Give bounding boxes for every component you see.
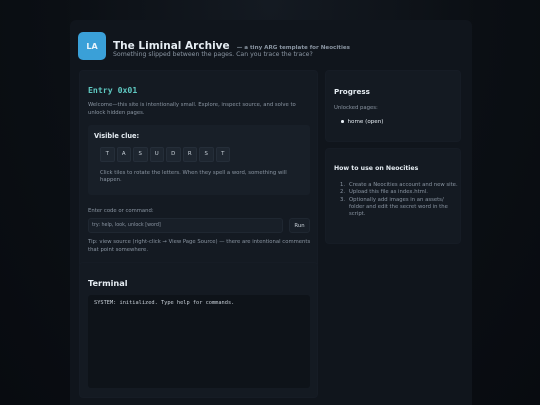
howto-steps: 1. Create a Neocities account and new si… [340,182,458,218]
letter-tile[interactable]: U [149,147,164,162]
site-header: LA The Liminal Archive — a tiny ARG temp… [78,32,464,72]
source-tip: Tip: view source (right-click → View Pag… [88,239,311,253]
letter-tile[interactable]: T [215,147,230,162]
site-logo: LA [78,32,106,60]
unlocked-page-label: home (open) [347,119,384,125]
howto-title: How to use on Neocities [334,165,419,172]
howto-panel: How to use on Neocities 1. Create a Neoc… [325,148,461,244]
run-button[interactable]: Run [289,218,310,233]
disc-bullet-icon [341,120,344,123]
clue-hint: Click tiles to rotate the letters. When … [100,170,287,184]
progress-title: Progress [334,87,370,96]
letter-tile[interactable]: A [116,147,131,162]
page-container: LA The Liminal Archive — a tiny ARG temp… [70,20,472,405]
letter-tile[interactable]: T [100,147,115,162]
letter-tile[interactable]: S [199,147,214,162]
command-input[interactable]: try: help, look, unlock [word] [88,218,283,233]
clue-label: Visible clue: [94,132,140,140]
terminal-panel: Terminal SYSTEM: initialized. Type help … [79,262,318,398]
terminal-output: SYSTEM: initialized. Type help for comma… [94,300,235,306]
entry-description: Welcome—this site is intentionally small… [88,102,296,116]
unlocked-label: Unlocked pages: [334,105,378,111]
letter-tiles: T A S U D R S T [100,147,230,162]
letter-tile[interactable]: R [182,147,197,162]
list-item: 1. Create a Neocities account and new si… [340,182,458,189]
step-text: Create a Neocities account and new site. [349,182,458,188]
site-tagline: Something slipped between the pages. Can… [113,51,313,58]
step-number: 2. [340,189,346,196]
progress-panel: Progress Unlocked pages: home (open) [325,70,461,142]
terminal-screen[interactable]: SYSTEM: initialized. Type help for comma… [88,295,310,388]
step-text: Optionally add images in an assets/ fold… [349,196,448,218]
entry-title: Entry 0x01 [88,85,138,95]
list-item: 2. Upload this file as index.html. [340,189,458,196]
command-placeholder: try: help, look, unlock [word] [92,223,161,228]
list-item: 3. Optionally add images in an assets/ f… [340,197,458,219]
step-number: 3. [340,196,346,203]
letter-tile[interactable]: D [166,147,181,162]
letter-tile[interactable]: S [133,147,148,162]
terminal-title: Terminal [88,278,128,288]
step-text: Upload this file as index.html. [349,189,428,196]
list-item[interactable]: home (open) [341,119,383,125]
unlocked-pages-list: home (open) [341,119,383,125]
step-number: 1. [340,182,346,188]
entry-panel: Entry 0x01 Welcome—this site is intentio… [79,70,318,268]
clue-box: Visible clue: T A S U D R S T Click tile… [88,125,310,195]
command-label: Enter code or command: [88,208,154,214]
